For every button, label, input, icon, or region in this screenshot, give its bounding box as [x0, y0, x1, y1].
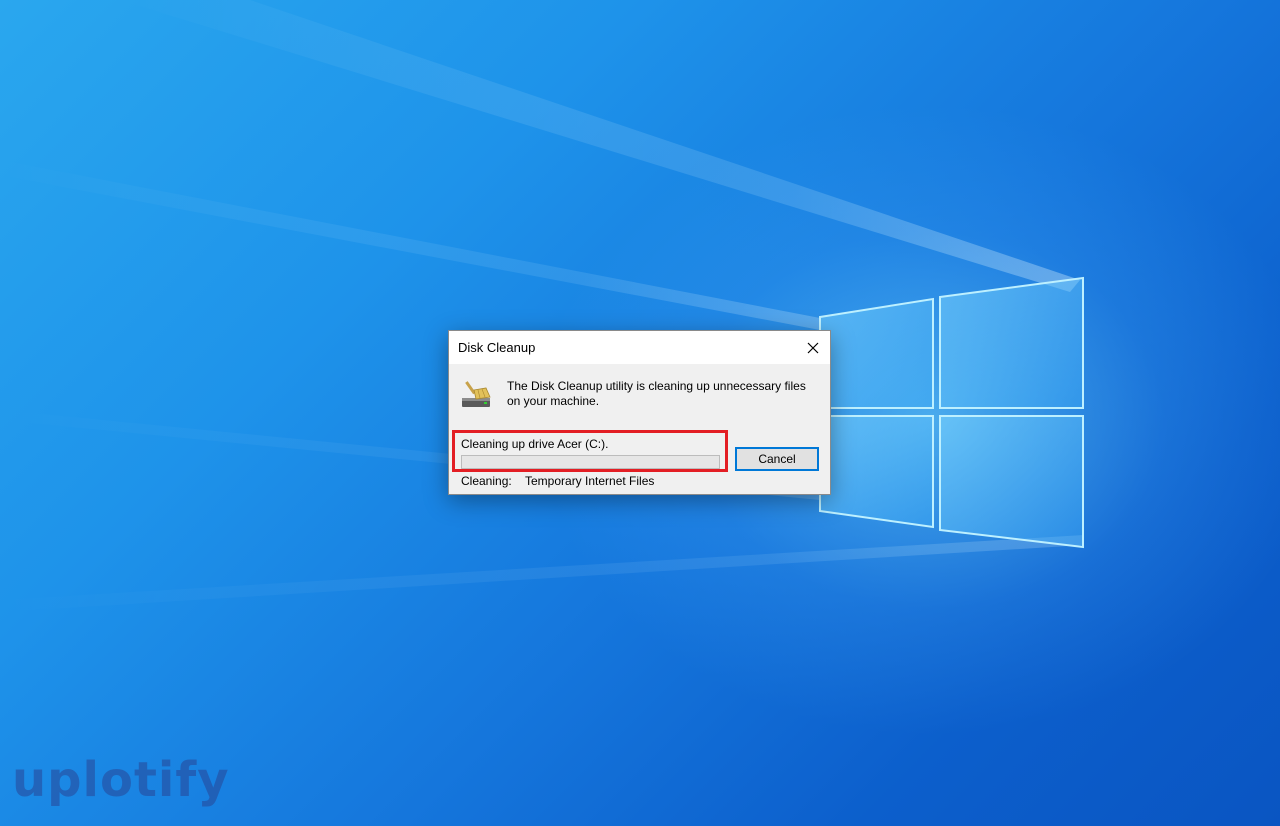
progress-label: Cleaning up drive Acer (C:).: [461, 437, 609, 451]
close-icon: [807, 342, 819, 353]
dialog-message: The Disk Cleanup utility is cleaning up …: [507, 379, 806, 408]
disk-cleanup-dialog: Disk Cleanup The Disk Cleanup utility is…: [448, 330, 831, 495]
close-button[interactable]: [796, 331, 830, 364]
status-label: Cleaning:: [461, 474, 512, 488]
cancel-button[interactable]: Cancel: [735, 447, 819, 471]
uplotify-watermark: uplotify: [12, 752, 230, 808]
desktop-wallpaper: Disk Cleanup The Disk Cleanup utility is…: [0, 0, 1280, 826]
dialog-title: Disk Cleanup: [458, 340, 536, 355]
status-value: Temporary Internet Files: [525, 474, 655, 488]
disk-cleanup-broom-icon: [462, 381, 491, 407]
dialog-titlebar[interactable]: Disk Cleanup: [449, 331, 830, 364]
cleanup-progress-bar: [461, 455, 720, 469]
dialog-content: The Disk Cleanup utility is cleaning up …: [449, 364, 830, 494]
